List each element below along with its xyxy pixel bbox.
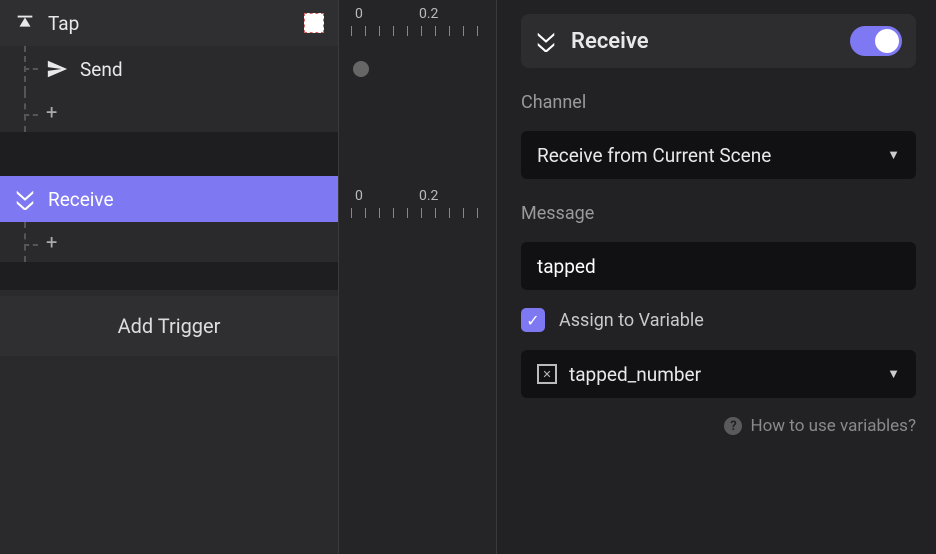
message-input[interactable]: tapped — [521, 242, 916, 290]
send-icon — [46, 58, 68, 80]
keyframe-dot[interactable] — [353, 61, 369, 77]
tick-label: 0.2 — [419, 188, 438, 204]
tick-marks — [351, 26, 488, 36]
message-value: tapped — [537, 255, 596, 278]
plus-icon: + — [28, 100, 57, 124]
receive-icon — [535, 30, 557, 52]
tick-label: 0 — [355, 6, 363, 22]
variable-select[interactable]: ✕ tapped_number ▼ — [521, 350, 916, 398]
checkbox-label: Assign to Variable — [559, 310, 704, 331]
trigger-label: Send — [80, 58, 324, 81]
inspector-title: Receive — [571, 29, 649, 54]
variable-icon: ✕ — [537, 364, 557, 384]
message-label: Message — [521, 203, 916, 224]
trigger-row-send[interactable]: Send — [0, 46, 338, 92]
trigger-tree-panel: Tap Send + Receive + Add Trigger — [0, 0, 338, 554]
assign-to-variable-checkbox[interactable]: ✓ Assign to Variable — [521, 308, 916, 332]
trigger-label: Tap — [48, 12, 292, 35]
chevron-down-icon: ▼ — [887, 366, 900, 382]
add-child-action[interactable]: + — [0, 222, 338, 262]
help-link[interactable]: ? How to use variables? — [521, 416, 916, 436]
timeline-column: 0 0.2 0 0.2 — [338, 0, 496, 554]
help-icon: ? — [724, 417, 742, 435]
enabled-toggle[interactable] — [850, 26, 902, 56]
trigger-label: Receive — [48, 188, 324, 211]
help-text: How to use variables? — [750, 416, 916, 436]
chevron-down-icon: ▼ — [887, 147, 900, 163]
channel-select[interactable]: Receive from Current Scene ▼ — [521, 131, 916, 179]
variable-value: tapped_number — [569, 363, 701, 386]
plus-icon: + — [28, 230, 57, 254]
checkbox-icon: ✓ — [521, 308, 545, 332]
inspector-header: Receive — [521, 14, 916, 68]
timeline-ruler: 0 0.2 — [339, 0, 496, 46]
spacer — [0, 132, 338, 176]
add-trigger-label: Add Trigger — [118, 314, 221, 338]
inspector-panel: Receive Channel Receive from Current Sce… — [496, 0, 936, 554]
spacer — [339, 138, 496, 182]
tap-icon — [14, 12, 36, 34]
add-trigger-button[interactable]: Add Trigger — [0, 296, 338, 356]
tick-marks — [351, 208, 488, 218]
trigger-row-tap[interactable]: Tap — [0, 0, 338, 46]
channel-value: Receive from Current Scene — [537, 144, 771, 167]
spacer — [339, 92, 496, 138]
tick-label: 0 — [355, 188, 363, 204]
spacer — [0, 262, 338, 290]
color-swatch[interactable] — [304, 13, 324, 33]
channel-label: Channel — [521, 92, 916, 113]
tick-label: 0.2 — [419, 6, 438, 22]
receive-icon — [14, 188, 36, 210]
trigger-row-receive[interactable]: Receive — [0, 176, 338, 222]
timeline-ruler: 0 0.2 — [339, 182, 496, 228]
timeline-track[interactable] — [339, 46, 496, 92]
add-child-action[interactable]: + — [0, 92, 338, 132]
